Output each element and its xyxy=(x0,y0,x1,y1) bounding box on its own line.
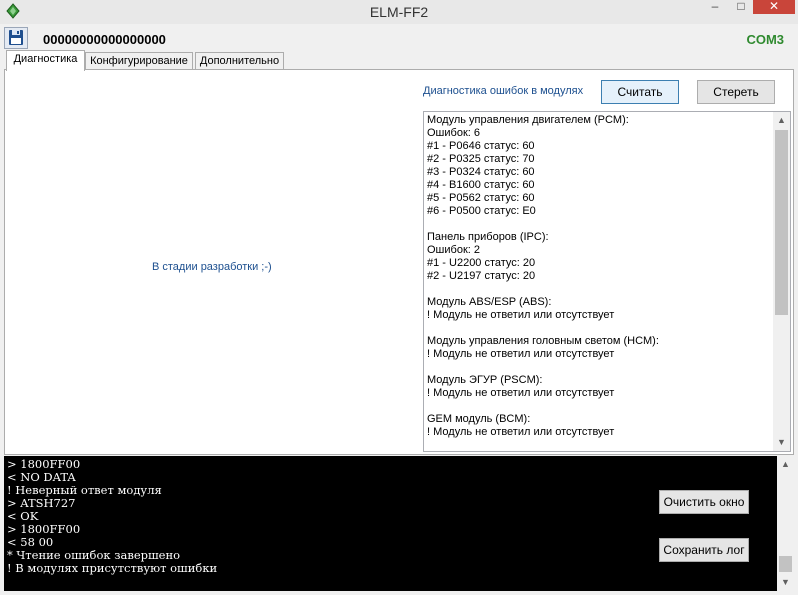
tab-additional[interactable]: Дополнительно xyxy=(195,52,284,70)
app-window: ELM-FF2 – □ ✕ 00000000000000000 COM3 Диа… xyxy=(0,0,798,595)
scroll-up-icon[interactable]: ▲ xyxy=(773,112,790,129)
console-scrollbar[interactable]: ▲ ▼ xyxy=(777,456,794,591)
results-scrollbar[interactable]: ▲ ▼ xyxy=(773,112,790,451)
save-log-button[interactable]: Сохранить лог xyxy=(659,538,749,562)
module-diagnostics-label: Диагностика ошибок в модулях xyxy=(423,85,584,97)
vin-display: 00000000000000000 xyxy=(43,32,166,47)
save-button[interactable] xyxy=(4,27,28,49)
log-text: > 1800FF00 < NO DATA ! Неверный ответ мо… xyxy=(7,457,218,575)
scroll-thumb[interactable] xyxy=(775,130,788,315)
clear-errors-button[interactable]: Стереть xyxy=(697,80,775,104)
window-title: ELM-FF2 xyxy=(369,4,429,20)
diagnostics-panel: В стадии разработки ;-) Диагностика ошиб… xyxy=(4,69,794,455)
tab-configuration[interactable]: Конфигурирование xyxy=(85,52,193,70)
read-errors-button[interactable]: Считать xyxy=(601,80,679,104)
toolbar: 00000000000000000 COM3 xyxy=(0,24,798,52)
title-bar[interactable]: ELM-FF2 – □ ✕ xyxy=(0,0,798,24)
close-button[interactable]: ✕ xyxy=(753,0,795,14)
tab-diagnostics[interactable]: Диагностика xyxy=(6,50,85,71)
console-scroll-thumb[interactable] xyxy=(779,556,792,572)
console-scroll-down-icon[interactable]: ▼ xyxy=(777,574,794,591)
minimize-button[interactable]: – xyxy=(703,0,727,14)
maximize-button[interactable]: □ xyxy=(729,0,753,14)
floppy-disk-icon xyxy=(9,30,23,45)
clear-log-button[interactable]: Очистить окно xyxy=(659,490,749,514)
error-results-text: Модуль управления двигателем (PCM): Ошиб… xyxy=(427,114,659,438)
com-port-indicator: COM3 xyxy=(746,32,784,47)
error-results-box[interactable]: Модуль управления двигателем (PCM): Ошиб… xyxy=(423,111,791,452)
log-console[interactable]: > 1800FF00 < NO DATA ! Неверный ответ мо… xyxy=(4,456,794,591)
in-development-label: В стадии разработки ;-) xyxy=(152,261,272,273)
console-scroll-up-icon[interactable]: ▲ xyxy=(777,456,794,473)
scroll-down-icon[interactable]: ▼ xyxy=(773,434,790,451)
